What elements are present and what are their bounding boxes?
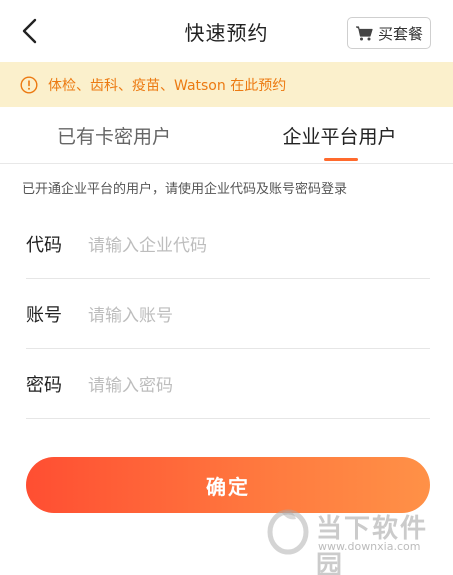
header-bar: 快速预约 买套餐 <box>0 0 453 62</box>
password-field[interactable]: 密码 请输入密码 <box>26 349 430 419</box>
tab-card-users[interactable]: 已有卡密用户 <box>0 107 228 164</box>
user-type-tabs: 已有卡密用户 企业平台用户 <box>0 107 453 164</box>
login-hint: 已开通企业平台的用户，请使用企业代码及账号密码登录 <box>22 182 348 197</box>
buy-package-button[interactable]: 买套餐 <box>347 17 431 49</box>
cart-icon <box>355 26 373 41</box>
tab-enterprise-users[interactable]: 企业平台用户 <box>226 107 453 164</box>
code-input[interactable]: 请输入企业代码 <box>88 231 207 256</box>
buy-package-label: 买套餐 <box>377 24 423 43</box>
account-field[interactable]: 账号 请输入账号 <box>26 279 430 349</box>
info-icon <box>20 75 38 94</box>
enterprise-code-field[interactable]: 代码 请输入企业代码 <box>26 209 430 279</box>
notice-banner: 体检、齿科、疫苗、Watson 在此预约 <box>0 62 453 107</box>
confirm-button[interactable]: 确定 <box>26 457 430 513</box>
code-label: 代码 <box>26 234 62 256</box>
watermark-logo-icon <box>267 509 309 555</box>
active-tab-indicator <box>324 158 358 161</box>
account-input[interactable]: 请输入账号 <box>88 301 173 326</box>
password-label: 密码 <box>26 374 62 396</box>
account-label: 账号 <box>26 304 62 326</box>
watermark-url: www.downxia.com <box>318 540 421 553</box>
notice-text: 体检、齿科、疫苗、Watson 在此预约 <box>48 77 287 94</box>
password-input[interactable]: 请输入密码 <box>88 371 173 396</box>
